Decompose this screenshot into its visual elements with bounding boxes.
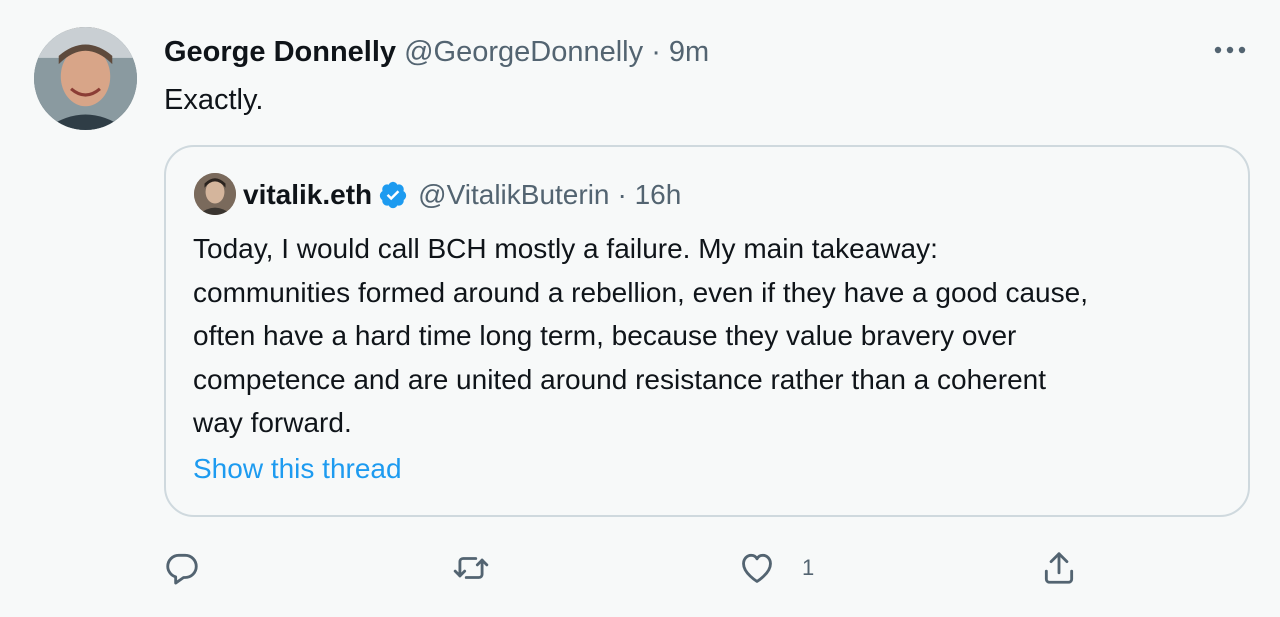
show-thread-link[interactable]: Show this thread [193, 451, 402, 487]
share-button[interactable] [1040, 548, 1078, 588]
share-icon [1040, 549, 1078, 587]
quoted-text-line: often have a hard time long term, becaus… [193, 320, 1017, 351]
quoted-author-avatar[interactable] [194, 173, 236, 215]
more-horizontal-icon[interactable] [1212, 36, 1248, 64]
like-heart-icon [738, 549, 776, 587]
reply-button[interactable] [163, 548, 201, 588]
author-name[interactable]: George Donnelly [164, 36, 396, 68]
like-count: 1 [802, 555, 815, 580]
quoted-tweet-text: Today, I would call BCH mostly a failure… [193, 227, 1233, 445]
quoted-text-line: Today, I would call BCH mostly a failure… [193, 233, 938, 264]
tweet-time[interactable]: · 9m [651, 36, 709, 68]
author-handle[interactable]: @GeorgeDonnelly [404, 36, 643, 68]
tweet-header: George Donnelly @GeorgeDonnelly · 9m [164, 33, 709, 71]
quoted-author-name[interactable]: vitalik.eth [243, 177, 372, 213]
author-avatar[interactable] [34, 27, 137, 130]
quoted-text-line: competence and are united around resista… [193, 363, 1047, 395]
quoted-tweet-time[interactable]: · 16h [618, 177, 682, 213]
quoted-author-handle[interactable]: @VitalikButerin [418, 177, 609, 213]
retweet-button[interactable] [452, 548, 490, 588]
quoted-tweet-header: vitalik.eth @VitalikButerin · 16h [243, 177, 681, 213]
retweet-icon [452, 549, 490, 587]
quoted-text-line: communities formed around a rebellion, e… [193, 276, 1088, 308]
tweet-text: Exactly. [164, 84, 264, 116]
reply-icon [163, 549, 201, 587]
quoted-text-line: way forward. [193, 407, 352, 438]
like-button[interactable]: 1 [738, 548, 814, 588]
quoted-tweet[interactable]: vitalik.eth @VitalikButerin · 16h Today,… [164, 145, 1250, 517]
verified-badge-icon [378, 180, 408, 210]
tweet[interactable]: George Donnelly @GeorgeDonnelly · 9m Exa… [0, 0, 1280, 617]
